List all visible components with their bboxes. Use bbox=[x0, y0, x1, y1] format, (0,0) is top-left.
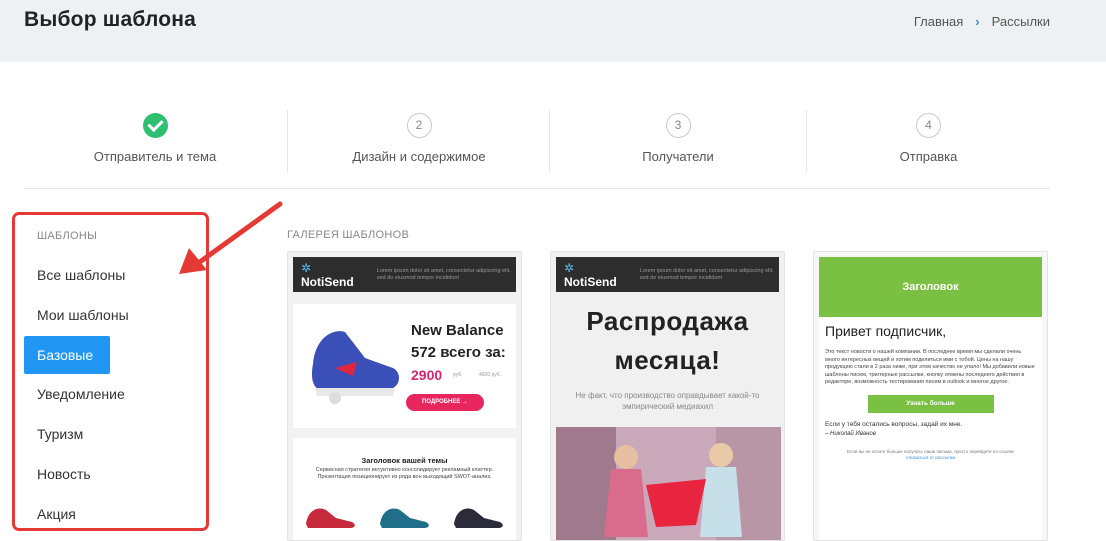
notisend-logo: ✲ NotiSend bbox=[564, 260, 617, 289]
section-text: Сервисная стратегия интуитивно консолиди… bbox=[315, 467, 494, 480]
step-recipients[interactable]: 3 Получатели bbox=[550, 110, 806, 172]
sidebar-item-basic[interactable]: Базовые bbox=[24, 336, 110, 374]
old-price: 4600 руб. bbox=[479, 372, 502, 378]
step-send[interactable]: 4 Отправка bbox=[807, 110, 1050, 172]
template-card-sale[interactable]: ✲ NotiSend Lorem ipsum dolor sit amet, c… bbox=[550, 251, 785, 541]
step-label: Получатели bbox=[642, 149, 714, 164]
sidebar-item-tourism[interactable]: Туризм bbox=[24, 415, 83, 453]
green-banner: Заголовок bbox=[819, 257, 1042, 317]
section-title: Заголовок вашей темы bbox=[361, 456, 448, 465]
step-sender[interactable]: Отправитель и тема bbox=[24, 110, 286, 172]
sidebar-section-title: ШАБЛОНЫ bbox=[37, 230, 98, 242]
page-title: Выбор шаблона bbox=[24, 8, 197, 31]
newsletter-signature: – Николай Иванов bbox=[825, 430, 876, 437]
sidebar-item-promo[interactable]: Акция bbox=[24, 495, 76, 533]
sidebar-item-notification[interactable]: Уведомление bbox=[24, 375, 125, 413]
sidebar-item-news[interactable]: Новость bbox=[24, 455, 91, 493]
product-name: New Balance bbox=[411, 322, 504, 339]
newsletter-body: Привет подписчик, Это текст новости о на… bbox=[819, 317, 1042, 540]
template-header-bar: ✲ NotiSend Lorem ipsum dolor sit amet, c… bbox=[556, 257, 779, 292]
sale-headline-line1: Распродажа bbox=[586, 306, 749, 336]
step-number: 2 bbox=[406, 113, 432, 138]
newsletter-text: Это текст новости о нашей компании. В по… bbox=[825, 349, 1035, 385]
more-button: ПОДРОБНЕЕ → bbox=[406, 394, 484, 411]
product-block: New Balance 572 всего за: 2900 руб. 4600… bbox=[293, 304, 516, 428]
arrow-annotation-icon bbox=[179, 201, 283, 274]
breadcrumb: Главная › Рассылки bbox=[914, 14, 1050, 29]
template-card-newsletter[interactable]: Заголовок Привет подписчик, Это текст но… bbox=[813, 251, 1048, 541]
sale-headline-line2: месяца! bbox=[614, 345, 721, 375]
newsletter-greeting: Привет подписчик, bbox=[825, 323, 947, 339]
header-lorem: Lorem ipsum dolor sit amet, consectetur … bbox=[639, 267, 774, 281]
sidebar-item-all[interactable]: Все шаблоны bbox=[24, 256, 125, 294]
shopping-photo-image bbox=[556, 427, 781, 540]
unsubscribe-link: отказаться от рассылки bbox=[905, 454, 956, 460]
sale-subtitle: Не факт, что производство оправдывает ка… bbox=[575, 391, 760, 411]
sneaker-image bbox=[311, 331, 399, 404]
newsletter-footer: Если вы не хотите больше получать наши п… bbox=[847, 448, 1014, 454]
step-label: Дизайн и содержимое bbox=[352, 149, 486, 164]
step-number: 3 bbox=[665, 113, 691, 138]
breadcrumb-home-link[interactable]: Главная bbox=[914, 14, 963, 29]
page-header: Выбор шаблона Главная › Рассылки bbox=[0, 0, 1106, 62]
header-lorem: Lorem ipsum dolor sit amet, consectetur … bbox=[376, 267, 511, 281]
wizard-steps: Отправитель и тема 2 Дизайн и содержимое… bbox=[24, 110, 1050, 189]
step-number: 4 bbox=[916, 113, 941, 138]
step-label: Отправитель и тема bbox=[93, 149, 217, 164]
section-block: Заголовок вашей темы Сервисная стратегия… bbox=[293, 438, 516, 540]
chevron-right-icon: › bbox=[975, 14, 980, 29]
template-header-bar: ✲ NotiSend Lorem ipsum dolor sit amet, c… bbox=[293, 257, 516, 292]
sneakers-row-image bbox=[306, 508, 503, 528]
notisend-logo: ✲ NotiSend bbox=[301, 260, 354, 289]
gallery-title: ГАЛЕРЕЯ ШАБЛОНОВ bbox=[287, 229, 410, 241]
learn-more-button: Узнать больше bbox=[867, 394, 994, 413]
product-price: 2900 bbox=[411, 367, 443, 383]
step-design[interactable]: 2 Дизайн и содержимое bbox=[288, 110, 550, 172]
sidebar-item-my[interactable]: Мои шаблоны bbox=[24, 296, 129, 334]
template-card-new-balance[interactable]: ✲ NotiSend Lorem ipsum dolor sit amet, c… bbox=[287, 251, 522, 541]
breadcrumb-mailings-link[interactable]: Рассылки bbox=[992, 14, 1050, 29]
step-label: Отправка bbox=[899, 149, 958, 164]
sale-headline: Распродажа месяца! Не факт, что производ… bbox=[551, 306, 784, 412]
check-icon bbox=[142, 113, 168, 138]
price-line: 572 всего за: bbox=[411, 344, 506, 361]
newsletter-question: Если у тебя остались вопросы, задай их м… bbox=[825, 420, 963, 428]
price-unit: руб. bbox=[453, 372, 463, 378]
